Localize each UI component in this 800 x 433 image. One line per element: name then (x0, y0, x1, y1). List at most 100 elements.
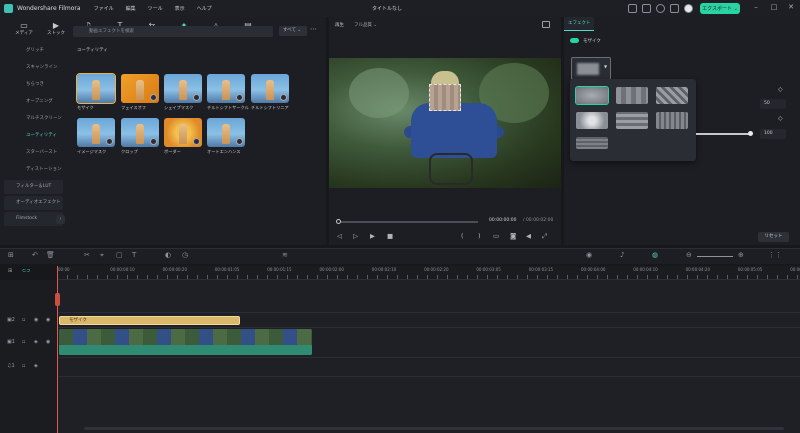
filter-select[interactable]: すべて ⌄ (279, 26, 307, 36)
snapshot-icon[interactable]: ◙ (510, 232, 516, 240)
link-icon[interactable]: ⊂⊃ (22, 268, 30, 274)
grid-icon[interactable]: ⊞ (8, 251, 14, 259)
effect-card[interactable]: シェイプマスク (164, 74, 202, 112)
category-item[interactable]: グリッチ (0, 42, 67, 59)
category-item[interactable]: ディストーション (0, 161, 67, 178)
effect-card[interactable]: オートエンハンス (207, 118, 245, 156)
lock-icon[interactable]: ▫ (22, 317, 25, 323)
video-preview[interactable] (329, 58, 561, 188)
tab-media[interactable]: ▭ メディア (8, 17, 40, 39)
playhead[interactable] (57, 266, 58, 433)
category-item[interactable]: ちらつき (0, 76, 67, 93)
tab-stock[interactable]: ▶ ストック (40, 17, 72, 39)
download-icon[interactable] (150, 138, 157, 145)
category-item[interactable]: マルチスクリーン (0, 110, 67, 127)
video-clip[interactable] (59, 329, 312, 355)
zoom-out-icon[interactable]: ⊖ (686, 251, 692, 259)
mark-out-icon[interactable]: ) (478, 232, 481, 240)
effect-card[interactable]: フェイスオフ (121, 74, 159, 112)
zoom-slider[interactable] (697, 256, 733, 257)
effect-card[interactable]: チルトシフトリニア (251, 74, 289, 112)
download-icon[interactable] (106, 138, 113, 145)
scrub-bar[interactable] (338, 221, 478, 223)
download-icon[interactable] (193, 94, 200, 101)
category-item[interactable]: スキャンライン (0, 59, 67, 76)
effect-card[interactable]: イメージマスク (77, 118, 115, 156)
preset-option[interactable] (656, 87, 688, 104)
save-icon[interactable] (642, 4, 651, 13)
horizontal-scrollbar[interactable] (84, 427, 784, 430)
collapse-icon[interactable]: ‹ (56, 215, 65, 224)
download-icon[interactable] (236, 138, 243, 145)
parameter-value-2[interactable]: 100 (760, 129, 786, 139)
layout-icon[interactable]: ⋮⋮ (768, 251, 782, 259)
effect-card[interactable]: チルトシフトサークル (207, 74, 249, 112)
menu-tools[interactable]: ツール (148, 5, 163, 12)
effect-card[interactable]: クロップ (121, 118, 159, 156)
keyframe-icon[interactable]: ◇ (778, 86, 783, 93)
category-group[interactable]: Filmstock (4, 212, 63, 226)
speaker-icon[interactable]: ◈ (34, 363, 38, 369)
reset-button[interactable]: リセット (758, 232, 789, 242)
play-icon[interactable]: ▶ (370, 232, 375, 240)
category-item[interactable]: ユーティリティ (0, 127, 67, 144)
crop-icon[interactable]: ▢ (116, 251, 123, 259)
monitor-icon[interactable]: ▭ (493, 232, 499, 240)
gift-icon[interactable] (628, 4, 637, 13)
slider-handle[interactable] (748, 131, 753, 136)
menu-view[interactable]: 表示 (175, 5, 185, 12)
fullscreen-icon[interactable]: ⤢ (542, 232, 547, 241)
mute-icon[interactable]: ◈ (34, 339, 38, 345)
mosaic-region-handle[interactable] (429, 84, 461, 111)
image-icon[interactable] (542, 21, 550, 28)
effect-enable-toggle[interactable] (570, 38, 579, 43)
menu-edit[interactable]: 編集 (126, 5, 136, 12)
tab-effect[interactable]: エフェクト (564, 17, 594, 31)
lock-icon[interactable]: ▫ (22, 363, 25, 369)
close-icon[interactable]: ✕ (785, 3, 797, 14)
more-options-icon[interactable]: ⋯ (310, 25, 317, 33)
download-icon[interactable] (150, 94, 157, 101)
mic-icon[interactable]: ♪ (620, 251, 624, 259)
preset-option[interactable] (575, 86, 609, 105)
avatar[interactable] (684, 4, 693, 13)
zoom-in-icon[interactable]: ⊕ (738, 251, 744, 259)
mark-in-icon[interactable]: ( (461, 232, 464, 240)
keyframe-icon[interactable]: ◇ (778, 115, 783, 122)
download-icon[interactable] (280, 94, 287, 101)
minimize-icon[interactable]: – (750, 3, 762, 14)
chevron-down-icon[interactable]: ▼ (604, 64, 607, 69)
effect-card[interactable]: モザイク (76, 73, 116, 112)
render-icon[interactable]: ◉ (586, 251, 592, 259)
category-group[interactable]: オーディオエフェクト (4, 196, 63, 210)
eye-icon[interactable]: ◉ (34, 317, 38, 323)
cloud-icon[interactable] (656, 4, 665, 13)
visible-icon[interactable]: ◉ (46, 339, 50, 345)
preset-option[interactable] (656, 112, 688, 129)
visible-icon[interactable]: ◉ (46, 317, 50, 323)
text-icon[interactable]: T (132, 251, 136, 259)
undo-icon[interactable]: ↶ (32, 251, 38, 259)
color-icon[interactable]: ◐ (165, 251, 171, 259)
category-item[interactable]: スターバースト (0, 144, 67, 161)
delete-icon[interactable]: 🗑 (46, 251, 55, 259)
volume-icon[interactable]: ◀ (526, 232, 531, 240)
stop-icon[interactable]: ■ (387, 232, 393, 240)
scrub-handle[interactable] (336, 219, 341, 224)
menu-file[interactable]: ファイル (94, 5, 114, 12)
maximize-icon[interactable]: □ (768, 3, 780, 14)
download-icon[interactable] (236, 94, 243, 101)
parameter-slider[interactable] (696, 133, 750, 135)
print-icon[interactable] (670, 4, 679, 13)
lock-icon[interactable]: ▫ (22, 339, 25, 345)
tag-icon[interactable]: ⌖ (100, 251, 104, 260)
category-group[interactable]: フィルター＆LUT (4, 180, 63, 194)
add-track-icon[interactable]: ⊞ (8, 268, 12, 274)
preset-option[interactable] (576, 112, 608, 129)
preset-option[interactable] (576, 137, 608, 149)
parameter-value-1[interactable]: 50 (760, 99, 786, 109)
preset-option[interactable] (616, 112, 648, 129)
ai-icon[interactable]: ◍ (652, 251, 658, 259)
category-item[interactable]: オープニング (0, 93, 67, 110)
menu-help[interactable]: ヘルプ (197, 5, 212, 12)
